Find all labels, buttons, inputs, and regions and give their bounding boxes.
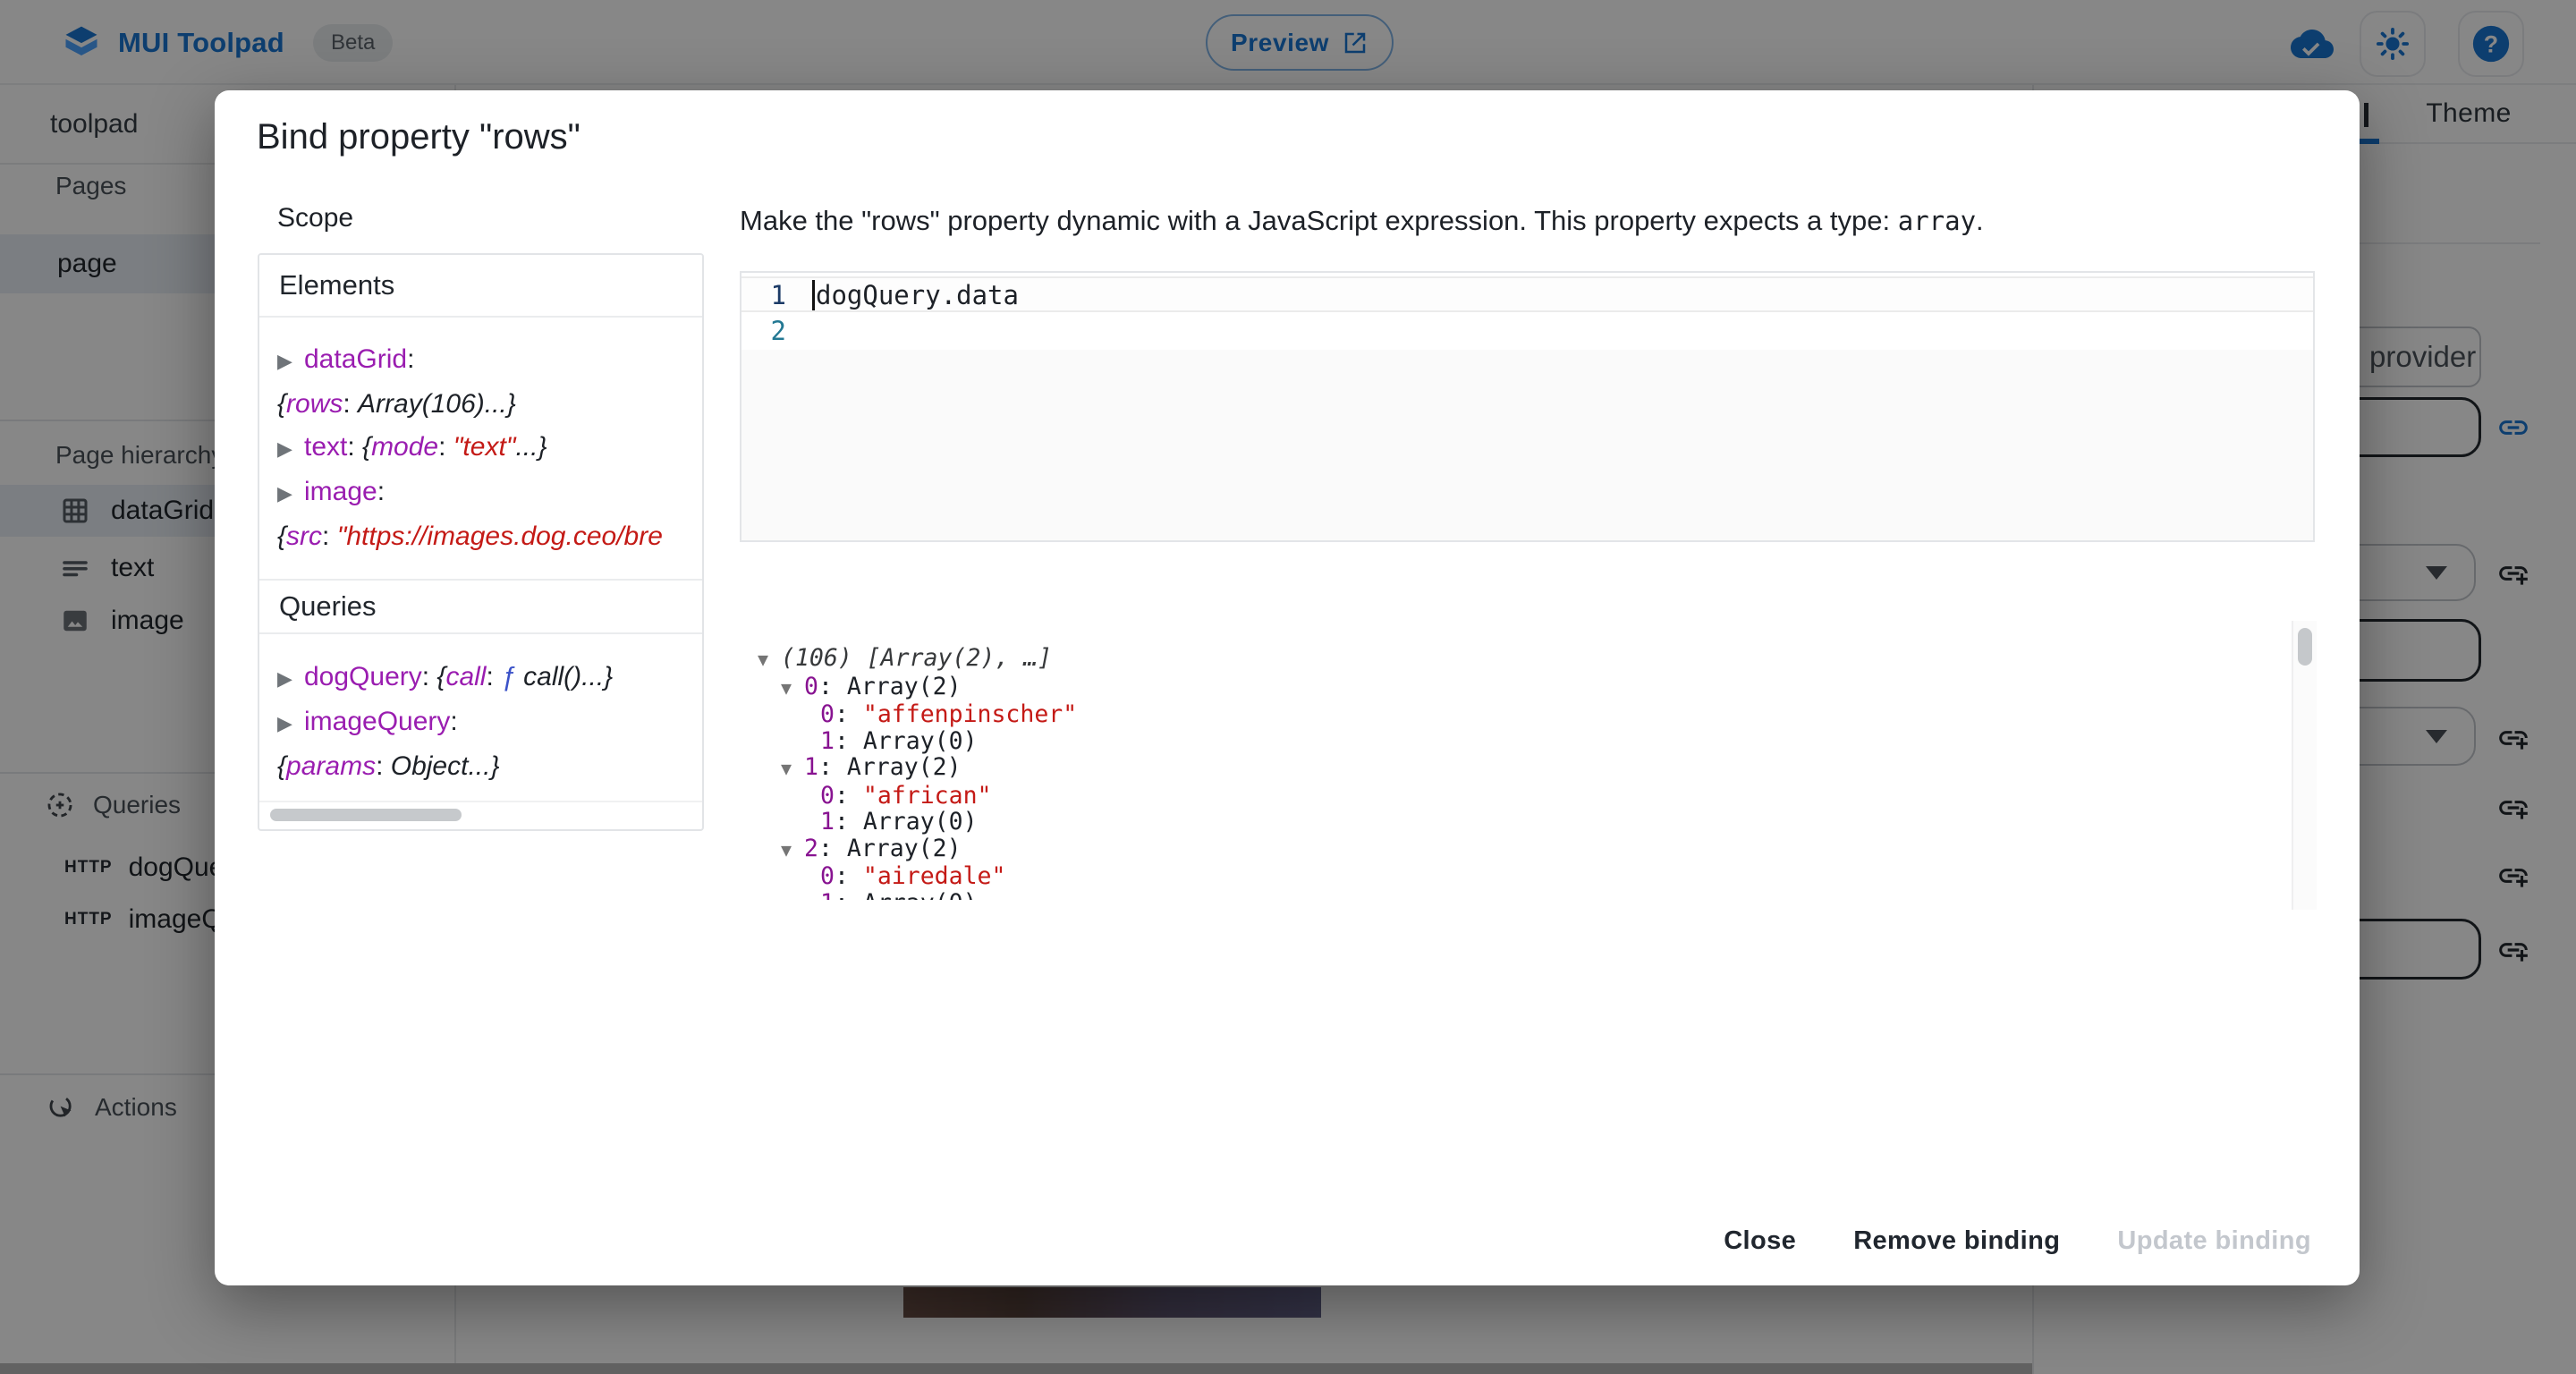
result-row: 1: Array(0) — [740, 890, 2293, 901]
elements-section-header: Elements — [259, 255, 702, 318]
expression-editor[interactable]: 1 dogQuery.data 2 — [740, 271, 2315, 542]
dialog-footer: Close Remove binding Update binding — [1707, 1212, 2327, 1269]
result-row[interactable]: ▼0: Array(2) — [740, 674, 2293, 702]
editor-active-line: 1 dogQuery.data — [741, 276, 2313, 312]
elements-tree: ▶dataGrid: {rows: Array(106)...} ▶text: … — [259, 338, 702, 558]
vertical-scrollbar[interactable] — [2292, 621, 2317, 910]
result-row: 0: "african" — [740, 783, 2293, 810]
result-row[interactable]: ▼2: Array(2) — [740, 835, 2293, 864]
expand-arrow-icon[interactable]: ▶ — [277, 428, 304, 471]
expand-arrow-icon[interactable]: ▶ — [277, 657, 304, 700]
tree-item-dogquery[interactable]: ▶dogQuery: {call: ƒ call()...} — [259, 656, 702, 700]
expand-arrow-icon[interactable]: ▼ — [781, 837, 804, 864]
scrollbar-thumb[interactable] — [270, 809, 462, 821]
editor-code: dogQuery.data — [816, 280, 1019, 310]
expected-type: array — [1898, 206, 1976, 236]
line-number: 1 — [741, 280, 786, 310]
result-row: 1: Array(0) — [740, 728, 2293, 755]
scrollbar-thumb[interactable] — [2298, 628, 2312, 666]
tree-item-datagrid[interactable]: ▶dataGrid: — [259, 338, 702, 383]
result-row: 0: "affenpinscher" — [740, 701, 2293, 728]
close-button[interactable]: Close — [1707, 1212, 1812, 1269]
bind-property-dialog: Bind property "rows" Scope Elements ▶dat… — [215, 90, 2360, 1285]
expand-arrow-icon[interactable]: ▼ — [781, 756, 804, 783]
result-row[interactable]: ▼1: Array(2) — [740, 754, 2293, 783]
dialog-title: Bind property "rows" — [257, 117, 580, 157]
queries-tree: ▶dogQuery: {call: ƒ call()...} ▶imageQue… — [259, 656, 702, 788]
update-binding-button[interactable]: Update binding — [2101, 1212, 2327, 1269]
expand-arrow-icon[interactable]: ▶ — [277, 340, 304, 383]
text-cursor — [812, 280, 815, 310]
editor-empty-area — [741, 350, 2313, 540]
dialog-description: Make the "rows" property dynamic with a … — [740, 204, 2332, 238]
remove-binding-button[interactable]: Remove binding — [1837, 1212, 2076, 1269]
horizontal-scrollbar[interactable] — [259, 801, 702, 826]
result-row: 1: Array(0) — [740, 809, 2293, 835]
evaluation-result-tree: ▼(106) [Array(2), …] ▼0: Array(2) 0: "af… — [740, 621, 2293, 900]
tree-item-image[interactable]: ▶image: — [259, 471, 702, 515]
expand-arrow-icon[interactable]: ▼ — [758, 647, 781, 674]
tree-item-imagequery-preview: {params: Object...} — [259, 745, 702, 788]
expand-arrow-icon[interactable]: ▶ — [277, 472, 304, 515]
line-number: 2 — [741, 316, 786, 346]
tree-item-imagequery[interactable]: ▶imageQuery: — [259, 700, 702, 745]
queries-section-header: Queries — [259, 579, 702, 634]
tree-item-image-preview: {src: "https://images.dog.ceo/bre — [259, 515, 702, 558]
result-root-row[interactable]: ▼(106) [Array(2), …] — [740, 645, 2293, 674]
tree-item-text[interactable]: ▶text: {mode: "text"...} — [259, 426, 702, 471]
expand-arrow-icon[interactable]: ▶ — [277, 702, 304, 745]
tree-item-datagrid-preview: {rows: Array(106)...} — [259, 383, 702, 426]
result-row: 0: "airedale" — [740, 863, 2293, 890]
scope-heading: Scope — [277, 203, 353, 233]
expand-arrow-icon[interactable]: ▼ — [781, 675, 804, 702]
scope-panel: Elements ▶dataGrid: {rows: Array(106)...… — [258, 253, 704, 831]
